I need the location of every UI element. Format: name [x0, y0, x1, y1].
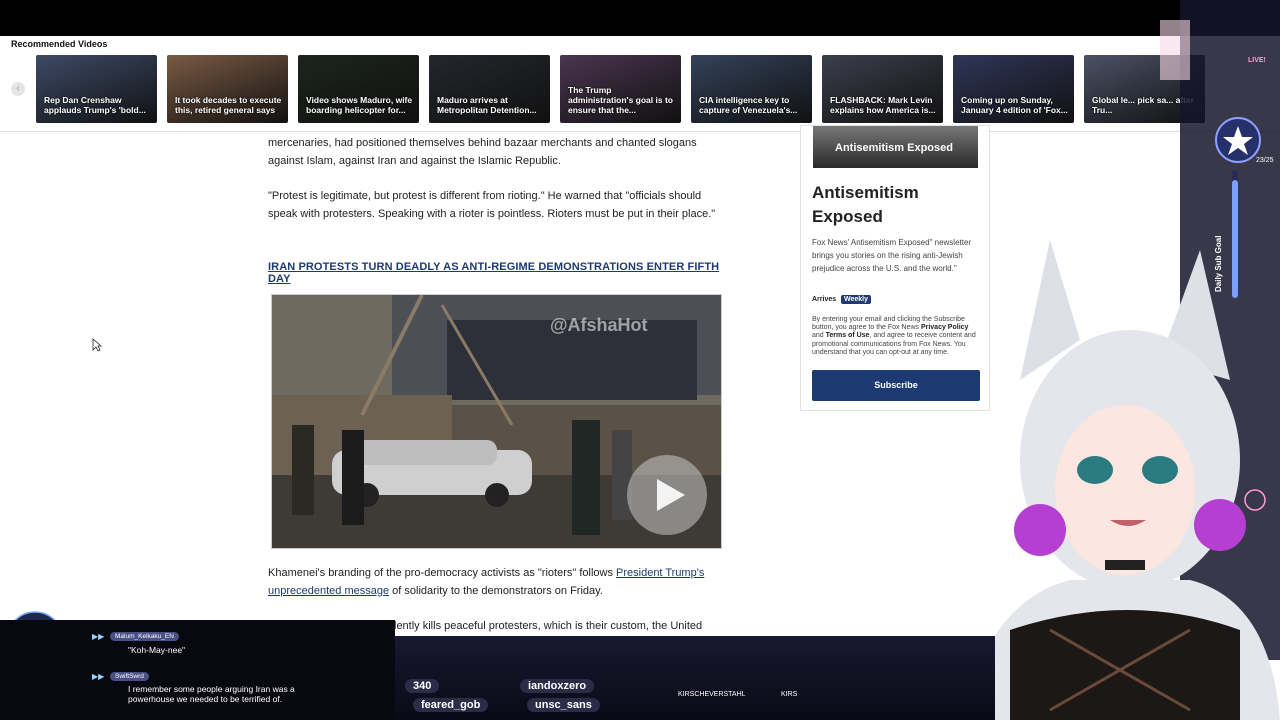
ticker-name: feared_gob [413, 698, 489, 712]
video-thumbnail[interactable]: Maduro arrives at Metropolitan Detention… [429, 55, 550, 123]
article-video-player[interactable]: @AfshaHot [271, 294, 722, 549]
video-thumbnail-caption: The Trump administration's goal is to en… [568, 85, 673, 115]
carousel-prev-icon[interactable]: ‹ [11, 82, 25, 96]
article-paragraph: Khamenei's branding of the pro-democracy… [268, 565, 723, 600]
video-thumbnail[interactable]: It took decades to execute this, retired… [167, 55, 288, 123]
legal-text: and [812, 332, 826, 340]
article-paragraph: mercenaries, had positioned themselves b… [268, 137, 697, 167]
ticker-name: iandoxzero [520, 679, 595, 693]
stream-chat: Malum_Kelkaku_EN "Koh-May-nee" SwiftSwrd… [0, 620, 395, 720]
video-thumbnail[interactable]: Coming up on Sunday, January 4 edition o… [953, 55, 1074, 123]
stream-ticker: 340 iandoxzero feared_gob unsc_sans KIRS… [395, 636, 995, 720]
screen: Recommended Videos ‹ Rep Dan Crenshaw ap… [0, 0, 1280, 720]
article-paragraph: "Protest is legitimate, but protest is d… [268, 190, 716, 220]
paragraph-text: of solidarity to the demonstrators on Fr… [389, 584, 603, 597]
frequency-badge: Weekly [841, 295, 871, 304]
ticker-count: 340 [405, 679, 440, 693]
video-watermark: @AfshaHot [550, 315, 648, 335]
recommended-videos-strip: Recommended Videos ‹ Rep Dan Crenshaw ap… [0, 36, 1280, 132]
live-label: LIVE! [1248, 57, 1266, 64]
arrives-label: Arrives [812, 296, 837, 303]
chat-arrow-icon: ▶▶ [92, 672, 105, 681]
video-thumbnail-caption: Rep Dan Crenshaw applauds Trump's 'bold.… [44, 95, 146, 115]
newsletter-banner: Antisemitism Exposed [813, 126, 978, 168]
ticker-mini-label: KIRS [781, 691, 798, 698]
top-bar [0, 0, 1280, 40]
video-thumbnail-caption: FLASHBACK: Mark Levin explains how Ameri… [830, 95, 936, 115]
video-thumbnail-caption: CIA intelligence key to capture of Venez… [699, 95, 798, 115]
video-thumbnail[interactable]: Video shows Maduro, wife boarding helico… [298, 55, 419, 123]
video-thumbnail-caption: Coming up on Sunday, January 4 edition o… [961, 95, 1068, 115]
article-paragraph-partial: lently kills peaceful protesters, which … [394, 620, 703, 632]
video-thumbnail[interactable]: Rep Dan Crenshaw applauds Trump's 'bold.… [36, 55, 157, 123]
ticker-name: unsc_sans [527, 698, 600, 712]
chat-arrow-icon: ▶▶ [92, 632, 105, 641]
chat-message: "Koh-May-nee" [128, 645, 186, 655]
chat-message: I remember some people arguing Iran was … [128, 684, 295, 704]
recommended-videos-label: Recommended Videos [11, 39, 108, 49]
video-thumbnail[interactable]: The Trump administration's goal is to en… [560, 55, 681, 123]
mouse-cursor-icon [92, 338, 102, 352]
paragraph-text: Khamenei's branding of the pro-democracy… [268, 567, 617, 579]
sub-goal-count: 23/25 [1256, 157, 1274, 164]
play-icon[interactable] [627, 455, 707, 535]
video-thumbnail[interactable]: CIA intelligence key to capture of Venez… [691, 55, 812, 123]
video-thumbnail-caption: Maduro arrives at Metropolitan Detention… [437, 95, 537, 115]
newsletter-title: Antisemitism Exposed [812, 183, 919, 226]
ticker-mini-label: KIRSCHEVERSTAHL [678, 691, 746, 698]
terms-of-use-link[interactable]: Terms of Use [826, 332, 870, 339]
chat-username: SwiftSwrd [110, 672, 149, 681]
chat-username: Malum_Kelkaku_EN [110, 632, 179, 641]
related-headline-link[interactable]: IRAN PROTESTS TURN DEADLY AS ANTI-REGIME… [268, 261, 728, 285]
newsletter-banner-text: Antisemitism Exposed [835, 142, 953, 154]
video-thumbnail-caption: It took decades to execute this, retired… [175, 95, 282, 115]
video-thumbnail-caption: Video shows Maduro, wife boarding helico… [306, 95, 413, 115]
video-thumbnail[interactable]: FLASHBACK: Mark Levin explains how Ameri… [822, 55, 943, 123]
